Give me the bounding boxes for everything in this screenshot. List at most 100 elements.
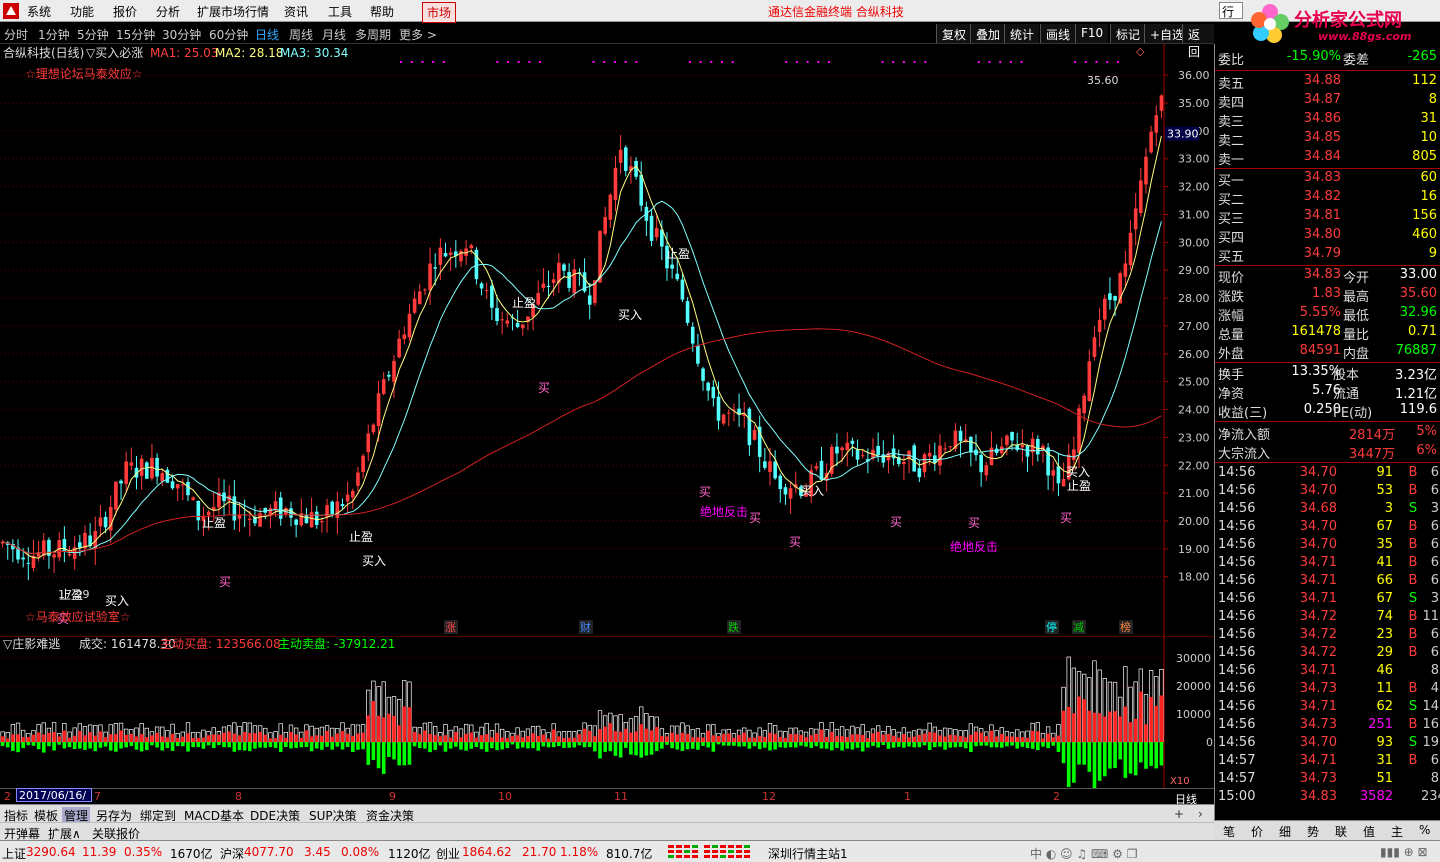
buy-volume-bar xyxy=(536,735,541,742)
sell-volume-bar xyxy=(129,742,134,747)
buy-volume-bar xyxy=(551,729,556,742)
period-more[interactable]: 更多 > xyxy=(399,26,437,43)
annot-mai: 买 xyxy=(749,511,761,525)
buy-volume-bar xyxy=(618,731,623,742)
sell-volume-bar xyxy=(716,742,721,745)
rtab-6[interactable]: 主 xyxy=(1391,823,1403,840)
period-5min[interactable]: 5分钟 xyxy=(77,26,109,43)
menu-help[interactable]: 帮助 xyxy=(370,3,394,20)
candle-body xyxy=(515,322,520,328)
rtab-5[interactable]: 值 xyxy=(1363,823,1375,840)
period-60min[interactable]: 60分钟 xyxy=(209,26,248,43)
period-30min[interactable]: 30分钟 xyxy=(162,26,201,43)
sell-volume-bar xyxy=(963,742,968,749)
period-fenshi[interactable]: 分时 xyxy=(4,26,28,43)
rtab-3[interactable]: 势 xyxy=(1307,823,1319,840)
period-weekly[interactable]: 周线 xyxy=(289,26,313,43)
server-name[interactable]: 深圳行情主站1 xyxy=(768,845,848,862)
sell-volume-bar xyxy=(459,742,463,750)
btn-biaoji[interactable]: 标记 xyxy=(1110,24,1146,43)
weibi-label: 委比 xyxy=(1218,53,1245,68)
stat-label2: 量比 xyxy=(1343,328,1370,343)
btn-fuquan[interactable]: 复权 xyxy=(936,24,972,43)
ask-row: 卖五 34.88 112 xyxy=(1215,73,1440,92)
buy-volume-bar xyxy=(1133,718,1138,742)
sell-volume-bar xyxy=(969,742,973,752)
candle-body xyxy=(438,247,443,265)
candle-body xyxy=(1082,395,1086,414)
volume-indicator-panel[interactable]: 3000020000100000X10 ▽庄影难逃 成交: 161478.30 … xyxy=(0,636,1214,788)
buy-volume-bar xyxy=(21,737,25,742)
btn-tongji[interactable]: 统计 xyxy=(1004,24,1040,43)
market-button[interactable]: 市场 xyxy=(422,2,457,23)
signal-dot xyxy=(1074,61,1077,63)
menu-function[interactable]: 功能 xyxy=(70,3,94,20)
candle-body xyxy=(845,442,850,451)
signal-dot xyxy=(1009,61,1012,63)
rtab-0[interactable]: 笔 xyxy=(1223,823,1235,840)
sell-volume-bar xyxy=(31,742,36,746)
kline-chart[interactable]: 止盈止盈止盈止盈止盈止盈买入买入买入买入买入买买买买买买买买买绝地反击绝地反击3… xyxy=(0,44,1214,636)
sell-volume-bar xyxy=(284,742,288,748)
sell-volume-bar xyxy=(1144,742,1148,769)
cy-amt: 810.7亿 xyxy=(606,847,653,861)
ask-row: 卖四 34.87 8 xyxy=(1215,92,1440,111)
signal-dot xyxy=(496,61,499,63)
plus-icon[interactable]: + xyxy=(1174,807,1184,821)
rtab-1[interactable]: 价 xyxy=(1251,823,1263,840)
period-monthly[interactable]: 月线 xyxy=(322,26,346,43)
buy-volume-bar xyxy=(175,737,180,742)
menu-quote[interactable]: 报价 xyxy=(113,3,137,20)
candle-body xyxy=(160,473,165,482)
buy-volume-bar xyxy=(31,734,36,742)
sell-volume-bar xyxy=(721,742,726,746)
btn-fanhui[interactable]: 返回 xyxy=(1182,24,1214,59)
menu-news[interactable]: 资讯 xyxy=(284,3,308,20)
menu-tools[interactable]: 工具 xyxy=(328,3,352,20)
rtab-2[interactable]: 细 xyxy=(1279,823,1291,840)
btn-f10[interactable]: F10 xyxy=(1075,24,1109,43)
period-daily[interactable]: 日线 xyxy=(255,26,279,43)
low-price-label: 17.29 xyxy=(58,588,90,601)
menu-extended-market[interactable]: 扩展市场行情 xyxy=(197,3,269,20)
period-15min[interactable]: 15分钟 xyxy=(116,26,155,43)
stat-value: 5.55% xyxy=(1299,305,1341,320)
sell-volume-bar xyxy=(711,742,716,752)
arrow-right-icon[interactable]: › xyxy=(1198,807,1203,821)
sell-volume-bar xyxy=(1082,742,1086,765)
stat-label: 外盘 xyxy=(1218,347,1245,362)
flow-pct: 5% xyxy=(1416,424,1437,439)
menu-system[interactable]: 系统 xyxy=(27,3,51,20)
rtab-4[interactable]: 联 xyxy=(1335,823,1347,840)
buy-volume-bar xyxy=(510,735,515,742)
candle-body xyxy=(639,174,644,206)
buy-volume-bar xyxy=(88,732,92,742)
status-icons[interactable]: 中 ◐ ☺ ♫ ⌨ ⚙ ❐ xyxy=(1030,845,1137,862)
buy-volume-bar xyxy=(1154,705,1159,742)
sell-volume-bar xyxy=(62,742,67,749)
btn-huaxian[interactable]: 画线 xyxy=(1040,24,1076,43)
period-1min[interactable]: 1分钟 xyxy=(38,26,70,43)
quick-input[interactable]: 行 xyxy=(1219,2,1243,19)
sell-volume-bar xyxy=(160,742,165,751)
buy-volume-bar xyxy=(1072,713,1076,742)
bid-price: 34.82 xyxy=(1303,189,1341,204)
btn-diejia[interactable]: 叠加 xyxy=(970,24,1006,43)
candle-body xyxy=(788,488,793,499)
menu-analysis[interactable]: 分析 xyxy=(156,3,180,20)
sell-volume-bar xyxy=(896,742,901,747)
sell-volume-bar xyxy=(763,742,767,748)
indicator-name[interactable]: ▽买入必涨 xyxy=(86,45,143,60)
sell-volume-bar xyxy=(412,742,417,747)
candle-body xyxy=(613,167,618,200)
ind-name[interactable]: ▽庄影难逃 xyxy=(3,636,60,651)
buy-volume-bar xyxy=(57,736,62,742)
cursor-date: 2017/06/16/五 xyxy=(16,788,92,817)
signal-dot xyxy=(432,61,435,63)
note-top: ☆理想论坛马泰效应☆ xyxy=(25,66,143,81)
buy-volume-bar xyxy=(222,732,226,742)
bid-label: 买二 xyxy=(1218,193,1245,208)
rtab-7[interactable]: % xyxy=(1419,823,1430,837)
candle-body xyxy=(1036,439,1040,455)
period-multi[interactable]: 多周期 xyxy=(355,26,391,43)
